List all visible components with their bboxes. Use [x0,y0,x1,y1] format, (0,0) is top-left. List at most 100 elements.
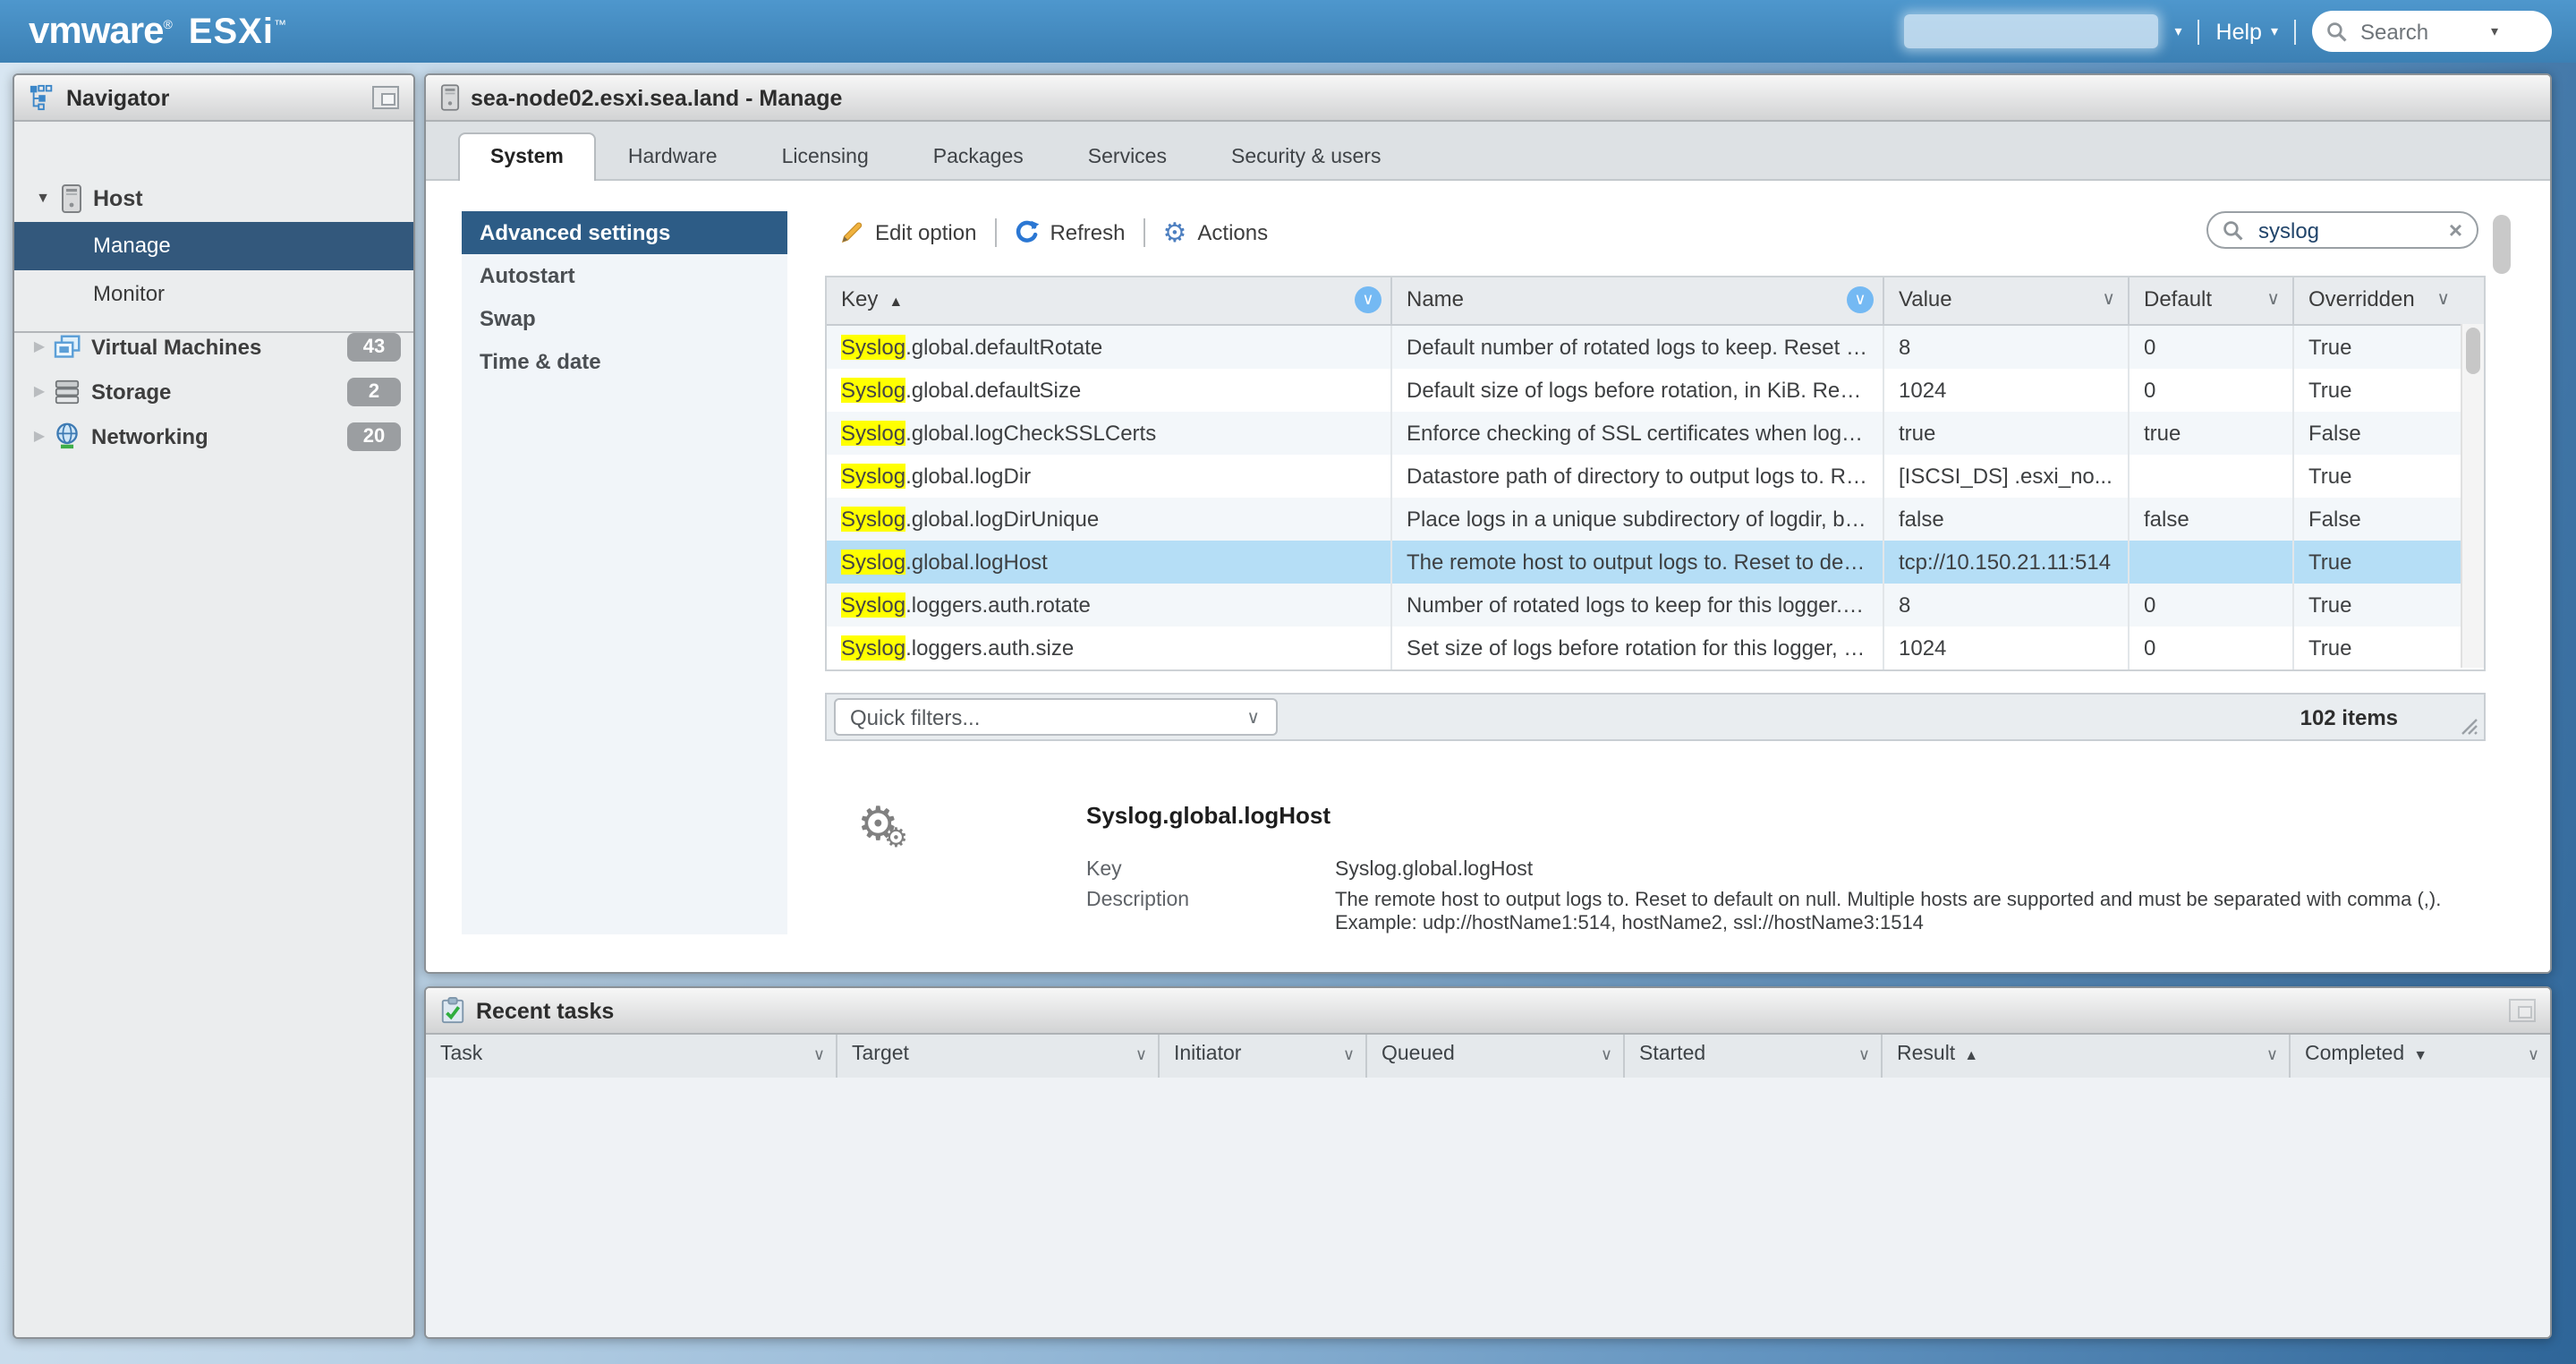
column-header-default[interactable]: Default ∨ [2130,277,2294,324]
networking-count-badge: 20 [347,422,401,450]
tree-node-storage[interactable]: ▶ Storage 2 [14,369,413,413]
tab-services[interactable]: Services [1056,132,1199,181]
table-row[interactable]: Syslog.global.defaultSize Default size o… [827,369,2484,412]
gear-icon: ⚙ [1163,219,1187,246]
recent-tasks-titlebar: Recent tasks [426,988,2550,1035]
sort-desc-icon: ▼ [2413,1047,2427,1063]
detail-description-label: Description [1086,890,1189,911]
column-header-key[interactable]: Key▲ ∨ [827,277,1392,324]
detail-title: Syslog.global.logHost [1086,802,1331,829]
sidebar-item-manage[interactable]: Manage [14,222,413,270]
table-row[interactable]: Syslog.global.logDir Datastore path of d… [827,455,2484,498]
collapsed-icon[interactable]: ▶ [29,338,50,354]
search-highlight: Syslog [841,335,905,360]
quick-filters-dropdown[interactable]: Quick filters... ∨ [834,698,1278,736]
settings-search-input[interactable] [2255,216,2438,244]
chevron-down-icon[interactable]: ∨ [1858,1035,1870,1076]
content-scrollbar-thumb[interactable] [2493,215,2511,274]
column-header-name[interactable]: Name ∨ [1392,277,1884,324]
column-header-initiator[interactable]: Initiator ∨ [1160,1035,1367,1078]
column-header-overridden[interactable]: Overridden ∨ [2294,277,2484,324]
chevron-down-icon[interactable]: ∨ [1601,1035,1612,1076]
subnav-time-date[interactable]: Time & date [462,340,787,383]
table-row-selected[interactable]: Syslog.global.logHost The remote host to… [827,541,2484,584]
host-icon [61,183,82,212]
brand-vmware: vmware [29,10,163,53]
tab-security-users[interactable]: Security & users [1199,132,1413,181]
subnav-swap[interactable]: Swap [462,297,787,340]
tab-system[interactable]: System [458,132,596,181]
chevron-down-icon[interactable]: ∨ [2102,277,2115,322]
refresh-label: Refresh [1050,220,1125,245]
clear-search-icon[interactable]: × [2449,218,2462,242]
chevron-down-icon[interactable]: ∨ [2436,277,2450,322]
column-header-result[interactable]: Result▲ ∨ [1883,1035,2291,1078]
networking-label: Networking [91,423,208,448]
subnav-advanced-settings[interactable]: Advanced settings [462,211,787,254]
column-header-target[interactable]: Target ∨ [837,1035,1160,1078]
subnav-autostart[interactable]: Autostart [462,254,787,297]
collapse-panel-icon[interactable] [372,86,399,109]
chevron-down-icon[interactable]: ∨ [813,1035,825,1076]
chevron-down-icon[interactable]: ∨ [2266,1035,2278,1076]
tab-licensing[interactable]: Licensing [750,132,901,181]
table-scrollbar[interactable] [2461,324,2484,668]
caret-down-icon[interactable]: ▾ [2175,23,2182,39]
tree-node-host[interactable]: ▼ Host [14,174,413,222]
chevron-down-icon[interactable]: ∨ [2528,1035,2539,1076]
table-row[interactable]: Syslog.loggers.auth.rotate Number of rot… [827,584,2484,627]
global-search[interactable]: ▾ [2312,11,2552,52]
column-header-value[interactable]: Value ∨ [1884,277,2130,324]
registered-mark: ® [163,19,172,31]
resize-grip-icon[interactable] [2461,718,2478,736]
settings-search[interactable]: × [2206,211,2478,249]
refresh-button[interactable]: Refresh [1014,220,1125,245]
search-highlight: Syslog [841,507,905,532]
table-row[interactable]: Syslog.global.logCheckSSLCerts Enforce c… [827,412,2484,455]
chevron-down-icon[interactable]: ∨ [1343,1035,1355,1076]
table-row[interactable]: Syslog.global.defaultRotate Default numb… [827,326,2484,369]
collapsed-icon[interactable]: ▶ [29,428,50,444]
column-header-started[interactable]: Started ∨ [1625,1035,1883,1078]
account-menu-blurred[interactable] [1905,14,2159,48]
column-header-queued[interactable]: Queued ∨ [1367,1035,1625,1078]
chevron-down-icon[interactable]: ∨ [1135,1035,1147,1076]
table-footer: Quick filters... ∨ 102 items [825,693,2486,741]
tree-node-networking[interactable]: ▶ Networking 20 [14,413,413,458]
tab-packages[interactable]: Packages [901,132,1056,181]
system-tab-content: Advanced settings Autostart Swap Time & … [426,181,2550,972]
virtual-machines-label: Virtual Machines [91,334,261,359]
sidebar-item-monitor[interactable]: Monitor [14,270,413,319]
name-filter-icon[interactable]: ∨ [1847,286,1874,313]
tasks-empty-body [426,1078,2550,1337]
caret-down-icon[interactable]: ▾ [2491,23,2498,39]
tree-node-virtual-machines[interactable]: ▶ Virtual Machines 43 [14,324,413,369]
setting-gears-icon: ⚙ ⚙ [857,798,929,870]
search-highlight: Syslog [841,550,905,575]
column-header-task[interactable]: Task ∨ [426,1035,837,1078]
divider [2294,19,2296,44]
column-header-completed[interactable]: Completed▼ ∨ [2291,1035,2550,1078]
chevron-down-icon[interactable]: ∨ [2266,277,2280,322]
divider [994,218,996,247]
collapse-panel-icon[interactable] [2509,999,2536,1022]
key-filter-icon[interactable]: ∨ [1355,286,1382,313]
expanded-icon[interactable]: ▼ [32,190,54,206]
vmware-esxi-logo: vmware® ESXi™ [29,10,286,53]
edit-option-button[interactable]: Edit option [839,220,976,245]
table-header: Key▲ ∨ Name ∨ Value ∨ Default [827,277,2484,326]
tab-hardware[interactable]: Hardware [596,132,750,181]
table-row[interactable]: Syslog.loggers.auth.size Set size of log… [827,627,2484,669]
actions-button[interactable]: ⚙ Actions [1163,219,1269,246]
networking-icon [54,422,81,449]
virtual-machines-icon [54,334,82,359]
setting-detail: ⚙ ⚙ Syslog.global.logHost Key Syslog.glo… [825,795,2486,974]
table-row[interactable]: Syslog.global.logDirUnique Place logs in… [827,498,2484,541]
table-scrollbar-thumb[interactable] [2466,328,2480,374]
navigator-title: Navigator [66,85,169,110]
host-icon [440,84,460,111]
help-menu[interactable]: Help ▾ [2216,19,2278,44]
collapsed-icon[interactable]: ▶ [29,383,50,399]
edit-option-label: Edit option [875,220,976,245]
global-search-input[interactable] [2357,17,2482,46]
